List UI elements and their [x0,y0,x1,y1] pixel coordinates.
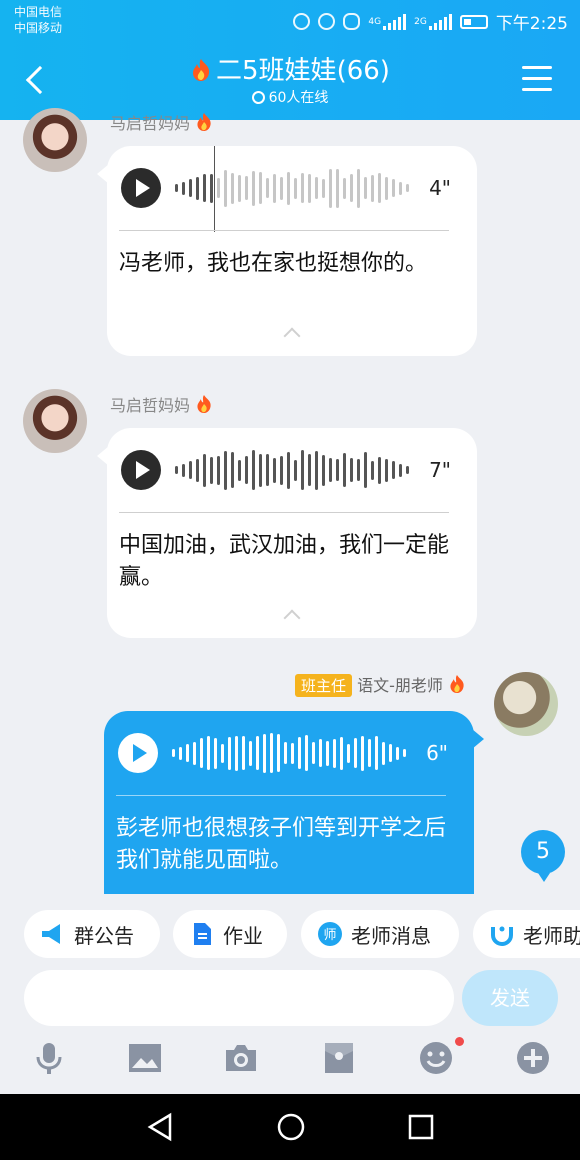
announcement-button[interactable]: 群公告 [24,910,160,958]
sender-name: 班主任 语文-朋老师 [295,672,470,697]
hd-icon [293,13,311,30]
teacher-icon: 师 [318,922,342,946]
transcript-text: 冯老师，我也在家也挺想你的。 [119,251,428,276]
avatar[interactable] [494,672,558,736]
quick-actions: 群公告 作业 师 老师消息 老师助 [0,910,580,960]
fire-icon [193,59,210,81]
unread-count-badge[interactable]: 5 [521,830,565,882]
mic-icon[interactable] [31,1040,67,1076]
nav-recents-icon[interactable] [406,1112,436,1142]
plus-icon[interactable] [515,1040,551,1076]
net-1-label: 4G [368,16,382,27]
voice-waveform [175,166,409,210]
voice-duration: 7" [429,458,451,482]
status-icons: 4G 2G 下午2:25 [293,9,568,34]
play-icon[interactable] [121,168,161,208]
teacher-assistant-button[interactable]: 老师助 [473,910,580,958]
document-icon [194,923,211,945]
voice-message-bubble[interactable]: 6" 彭老师也很想孩子们等到开学之后我们就能见面啦。 [104,711,484,901]
image-icon[interactable] [127,1040,163,1076]
signal-1-icon [383,13,407,30]
online-count: 60人在线 [268,90,329,106]
voice-message-bubble[interactable]: 7" 中国加油，武汉加油，我们一定能赢。 [97,428,477,638]
megaphone-icon [42,924,60,944]
voice-duration: 6" [426,741,448,765]
play-icon[interactable] [121,450,161,490]
voice-message-bubble[interactable]: 4" 冯老师，我也在家也挺想你的。 [97,146,477,356]
sender-name: 马启哲妈妈 [110,110,217,134]
toolbar [0,1034,580,1090]
eye-icon [343,13,361,30]
assistant-icon [491,926,513,947]
fire-icon [197,113,211,131]
teacher-messages-button[interactable]: 师 老师消息 [301,910,459,958]
voice-waveform [172,731,406,775]
online-status: 60人在线 [0,87,580,107]
notification-dot [455,1037,464,1046]
redpacket-icon[interactable] [321,1040,357,1076]
system-nav-bar [0,1094,580,1160]
voice-duration: 4" [429,176,451,200]
voice-waveform [175,448,409,492]
avatar[interactable] [23,389,87,453]
fire-icon [450,675,464,693]
avatar[interactable] [23,108,87,172]
emoji-icon[interactable] [418,1040,454,1076]
alarm-icon [318,13,336,30]
nav-back-icon[interactable] [146,1112,176,1142]
playback-cursor [214,146,215,232]
clock: 下午2:25 [495,14,568,34]
battery-icon [459,14,488,29]
carrier-1: 中国电信 [14,5,63,19]
chat-header: 二5班娃娃(66) 60人在线 [0,40,580,120]
carrier-2: 中国移动 [14,21,63,35]
nav-home-icon[interactable] [276,1112,306,1142]
signal-2-icon [428,13,452,30]
status-bar: 中国电信 中国移动 4G 2G 下午2:25 [0,0,580,40]
sender-name: 马启哲妈妈 [110,392,217,416]
chat-title-row: 二5班娃娃(66) [0,50,580,87]
transcript-text: 彭老师也很想孩子们等到开学之后我们就能见面啦。 [116,816,447,873]
camera-icon[interactable] [223,1040,259,1076]
collapse-chevron-icon[interactable] [283,327,301,345]
net-2-label: 2G [414,16,427,27]
fire-icon [197,395,211,413]
message-input[interactable] [24,970,454,1026]
chat-title: 二5班娃娃(66) [216,56,390,86]
send-button[interactable]: 发送 [462,970,558,1026]
homework-button[interactable]: 作业 [173,910,287,958]
online-icon [251,91,265,104]
play-icon[interactable] [118,733,158,773]
menu-icon[interactable] [522,66,552,92]
input-panel: 群公告 作业 师 老师消息 老师助 发送 [0,894,580,1094]
transcript-text: 中国加油，武汉加油，我们一定能赢。 [119,533,450,590]
role-badge: 班主任 [295,674,353,697]
carrier-info: 中国电信 中国移动 [14,4,62,36]
svg-text:师: 师 [323,928,336,943]
collapse-chevron-icon[interactable] [283,609,301,627]
